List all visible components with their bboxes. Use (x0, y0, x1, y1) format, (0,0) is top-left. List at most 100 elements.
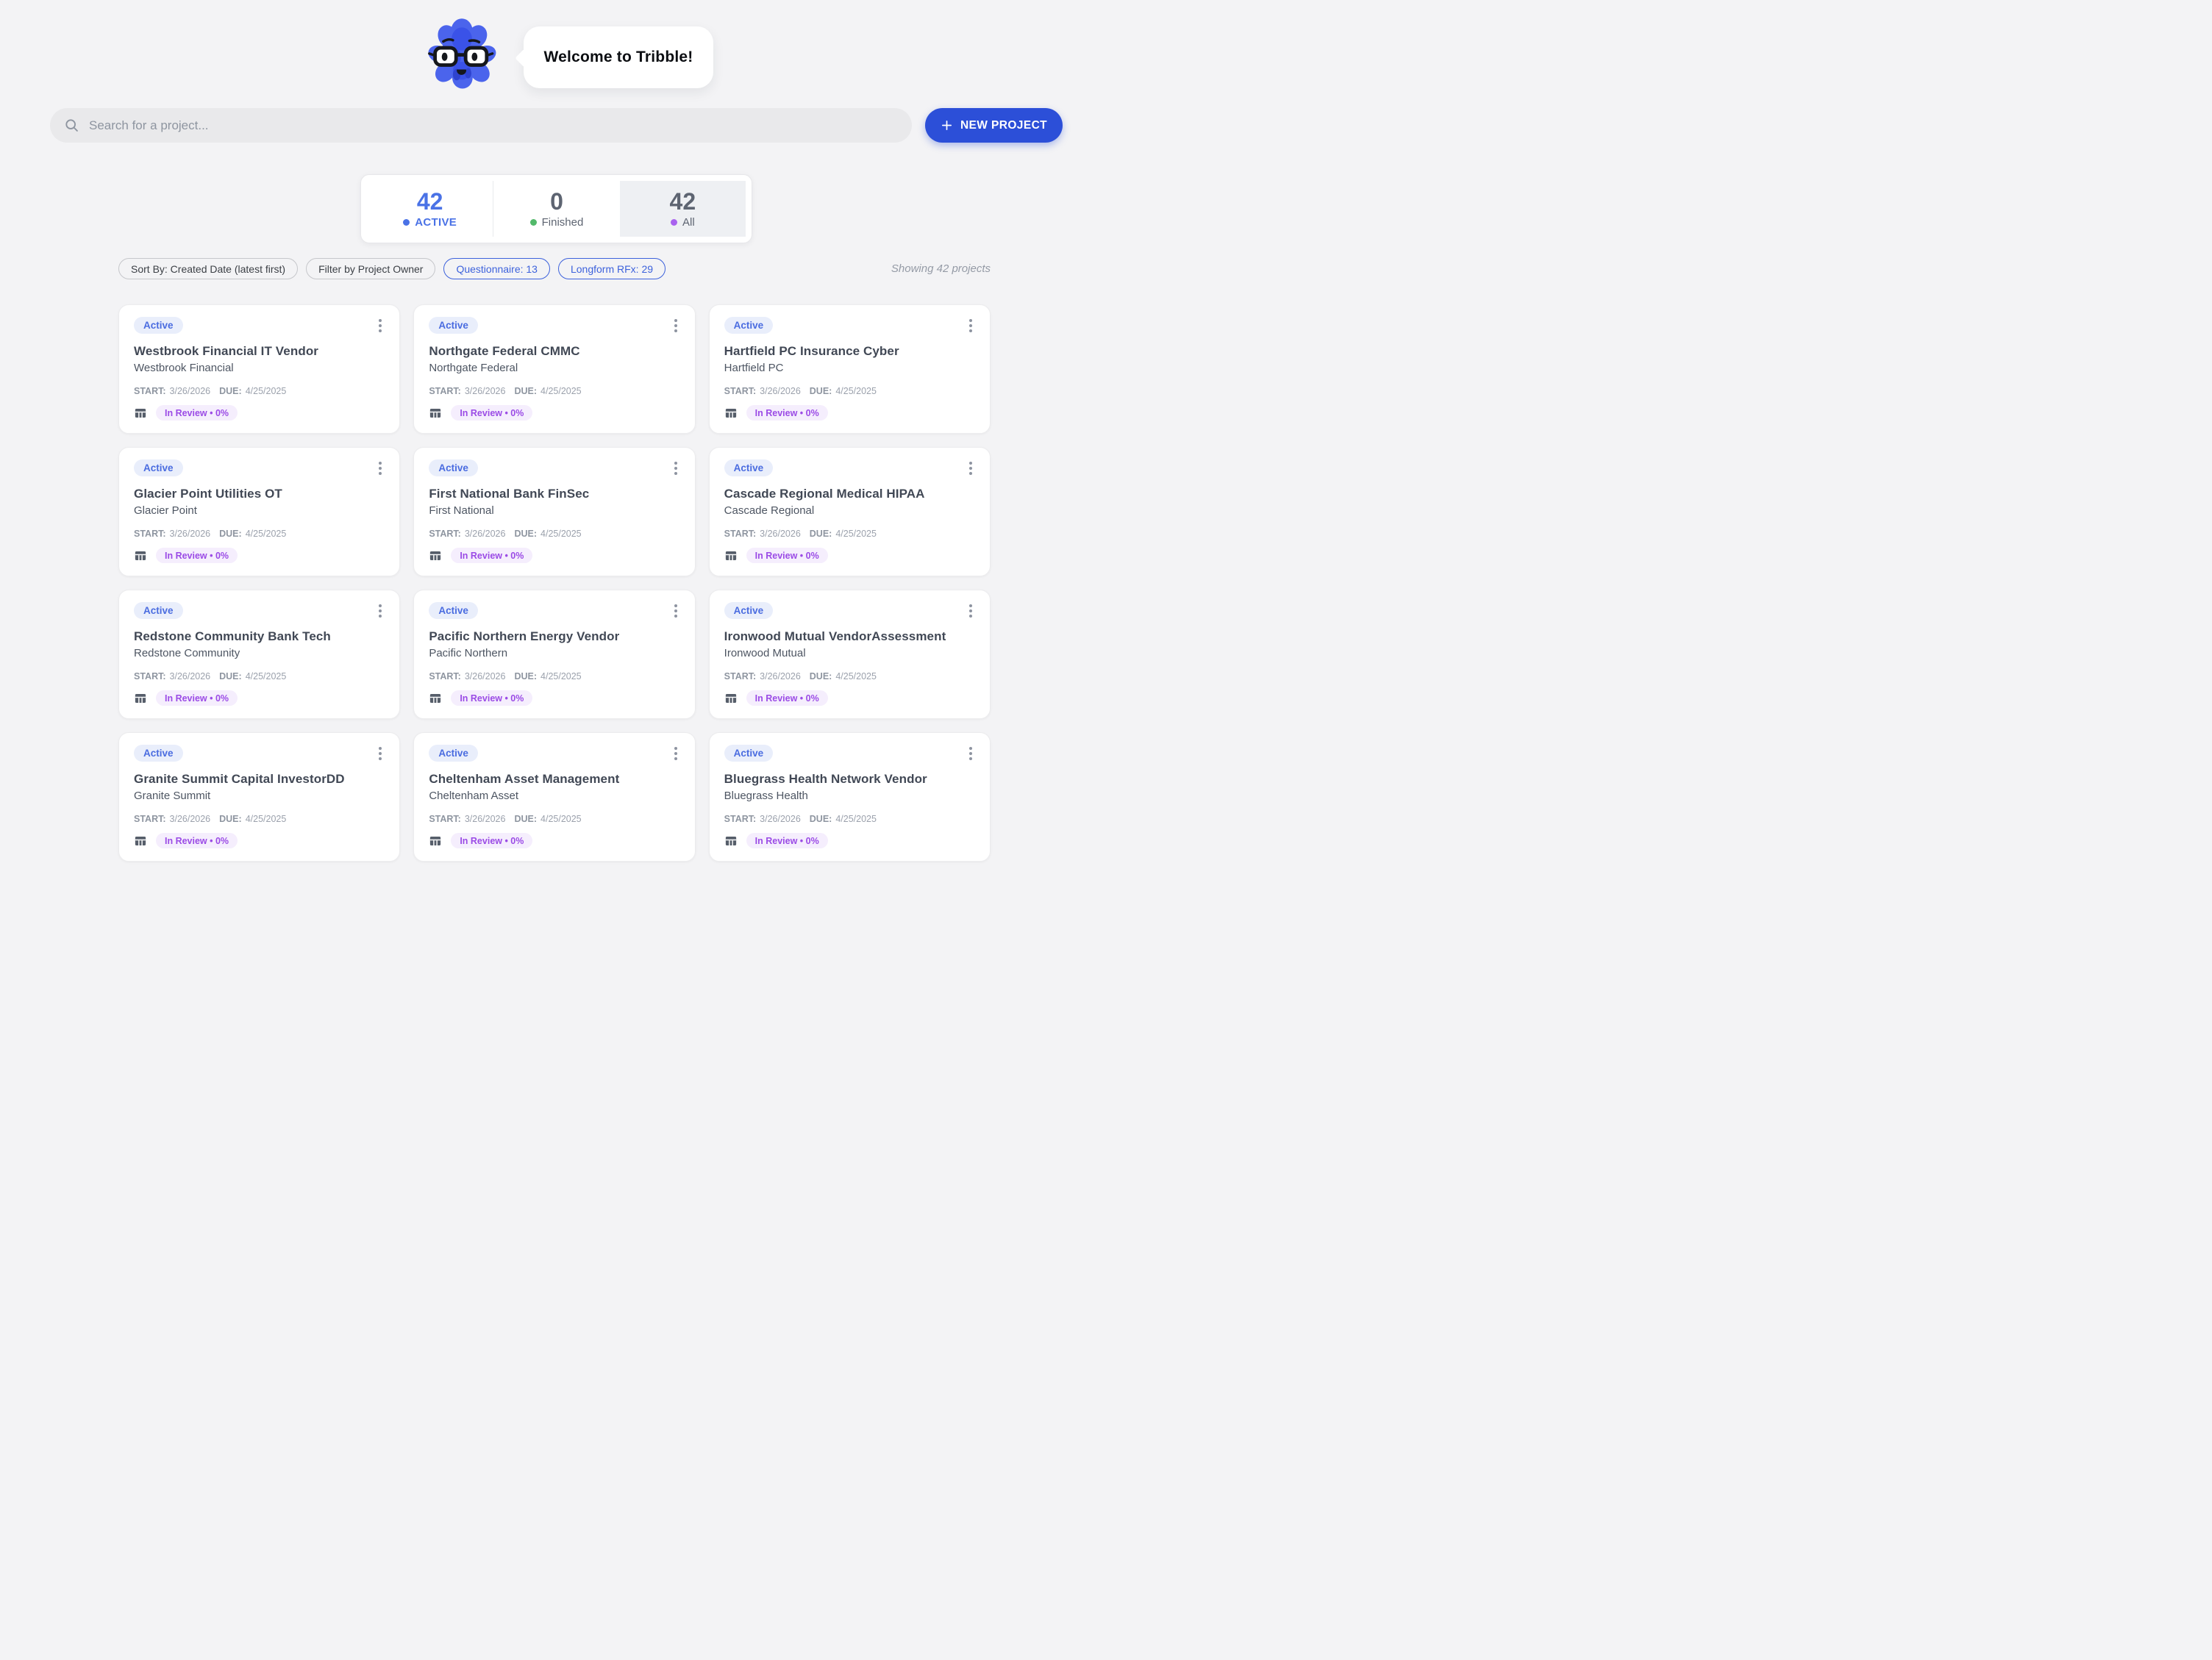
project-title: Westbrook Financial IT Vendor (134, 344, 385, 359)
due-date: 4/25/2025 (246, 529, 287, 539)
kebab-menu-icon[interactable] (671, 459, 680, 477)
status-badge: Active (429, 317, 478, 334)
table-icon (724, 549, 738, 562)
due-label: DUE: (810, 814, 832, 824)
project-subtitle: Cheltenham Asset (429, 790, 679, 802)
finished-count: 0 (550, 190, 563, 213)
table-icon (134, 692, 147, 705)
kebab-menu-icon[interactable] (966, 317, 975, 334)
status-badge: Active (724, 602, 774, 619)
mascot-mouth (457, 70, 465, 74)
welcome-text: Welcome to Tribble! (544, 49, 693, 66)
stat-all[interactable]: 42 All (620, 181, 746, 237)
all-label: All (682, 216, 695, 229)
due-label: DUE: (810, 386, 832, 396)
table-icon (429, 407, 442, 420)
questionnaire-chip[interactable]: Questionnaire: 13 (443, 258, 550, 279)
kebab-menu-icon[interactable] (671, 745, 680, 762)
project-dates: START: 3/26/2026 DUE: 4/25/2025 (134, 529, 385, 539)
hero-header: Welcome to Tribble! (0, 0, 1106, 107)
kebab-menu-icon[interactable] (671, 317, 680, 334)
project-title: Bluegrass Health Network Vendor (724, 772, 975, 787)
due-label: DUE: (219, 671, 242, 681)
project-card[interactable]: Active Granite Summit Capital InvestorDD… (118, 732, 400, 862)
status-badge: Active (724, 745, 774, 762)
project-title: Hartfield PC Insurance Cyber (724, 344, 975, 359)
project-card[interactable]: Active Northgate Federal CMMC Northgate … (413, 304, 695, 434)
stats-wrap: 42 ACTIVE 0 Finished 42 All (50, 174, 1063, 243)
start-date: 3/26/2026 (760, 814, 801, 824)
filter-owner-chip[interactable]: Filter by Project Owner (306, 258, 435, 279)
start-date: 3/26/2026 (465, 814, 506, 824)
start-label: START: (429, 529, 461, 539)
finished-dot-icon (530, 219, 537, 226)
search-icon (64, 118, 79, 133)
due-label: DUE: (219, 386, 242, 396)
project-card[interactable]: Active Glacier Point Utilities OT Glacie… (118, 447, 400, 576)
all-count: 42 (670, 190, 696, 213)
project-card[interactable]: Active Ironwood Mutual VendorAssessment … (709, 590, 991, 719)
longform-rfx-chip[interactable]: Longform RFx: 29 (558, 258, 666, 279)
project-subtitle: Redstone Community (134, 647, 385, 659)
kebab-menu-icon[interactable] (671, 602, 680, 620)
kebab-menu-icon[interactable] (376, 602, 385, 620)
table-icon (429, 549, 442, 562)
kebab-menu-icon[interactable] (966, 602, 975, 620)
sort-by-chip[interactable]: Sort By: Created Date (latest first) (118, 258, 298, 279)
content-area: Sort By: Created Date (latest first) Fil… (118, 258, 991, 862)
status-badge: Active (429, 745, 478, 762)
progress-badge: In Review • 0% (746, 405, 828, 421)
project-subtitle: First National (429, 504, 679, 517)
table-icon (724, 834, 738, 848)
stat-active[interactable]: 42 ACTIVE (367, 181, 493, 237)
table-icon (134, 407, 147, 420)
due-label: DUE: (514, 529, 537, 539)
due-date: 4/25/2025 (835, 814, 877, 824)
start-label: START: (134, 386, 166, 396)
start-date: 3/26/2026 (465, 671, 506, 681)
project-card[interactable]: Active Pacific Northern Energy Vendor Pa… (413, 590, 695, 719)
project-dates: START: 3/26/2026 DUE: 4/25/2025 (134, 814, 385, 824)
status-badge: Active (429, 459, 478, 476)
project-subtitle: Ironwood Mutual (724, 647, 975, 659)
plus-icon (941, 119, 953, 132)
project-card[interactable]: Active Redstone Community Bank Tech Reds… (118, 590, 400, 719)
speech-bubble-tail (515, 49, 533, 67)
project-subtitle: Cascade Regional (724, 504, 975, 517)
project-subtitle: Granite Summit (134, 790, 385, 802)
stat-finished[interactable]: 0 Finished (493, 181, 619, 237)
project-card[interactable]: Active Cascade Regional Medical HIPAA Ca… (709, 447, 991, 576)
kebab-menu-icon[interactable] (376, 459, 385, 477)
search-input[interactable] (89, 118, 905, 133)
welcome-speech-bubble: Welcome to Tribble! (524, 26, 713, 88)
project-card[interactable]: Active First National Bank FinSec First … (413, 447, 695, 576)
showing-count-text: Showing 42 projects (891, 262, 991, 275)
project-card[interactable]: Active Cheltenham Asset Management Chelt… (413, 732, 695, 862)
due-label: DUE: (810, 671, 832, 681)
start-label: START: (134, 671, 166, 681)
kebab-menu-icon[interactable] (376, 745, 385, 762)
project-dates: START: 3/26/2026 DUE: 4/25/2025 (724, 386, 975, 396)
due-label: DUE: (219, 814, 242, 824)
project-dates: START: 3/26/2026 DUE: 4/25/2025 (429, 529, 679, 539)
project-subtitle: Bluegrass Health (724, 790, 975, 802)
active-label: ACTIVE (415, 216, 457, 229)
project-card[interactable]: Active Hartfield PC Insurance Cyber Hart… (709, 304, 991, 434)
kebab-menu-icon[interactable] (966, 459, 975, 477)
project-search-bar[interactable] (50, 108, 912, 143)
project-subtitle: Pacific Northern (429, 647, 679, 659)
kebab-menu-icon[interactable] (966, 745, 975, 762)
project-title: Cascade Regional Medical HIPAA (724, 487, 975, 501)
project-card[interactable]: Active Westbrook Financial IT Vendor Wes… (118, 304, 400, 434)
progress-badge: In Review • 0% (156, 833, 238, 848)
project-title: First National Bank FinSec (429, 487, 679, 501)
search-row: NEW PROJECT (50, 108, 1063, 143)
kebab-menu-icon[interactable] (376, 317, 385, 334)
start-label: START: (724, 529, 757, 539)
project-card[interactable]: Active Bluegrass Health Network Vendor B… (709, 732, 991, 862)
status-badge: Active (134, 317, 183, 334)
project-dates: START: 3/26/2026 DUE: 4/25/2025 (429, 386, 679, 396)
new-project-button[interactable]: NEW PROJECT (925, 108, 1063, 143)
status-badge: Active (134, 602, 183, 619)
progress-badge: In Review • 0% (746, 690, 828, 706)
